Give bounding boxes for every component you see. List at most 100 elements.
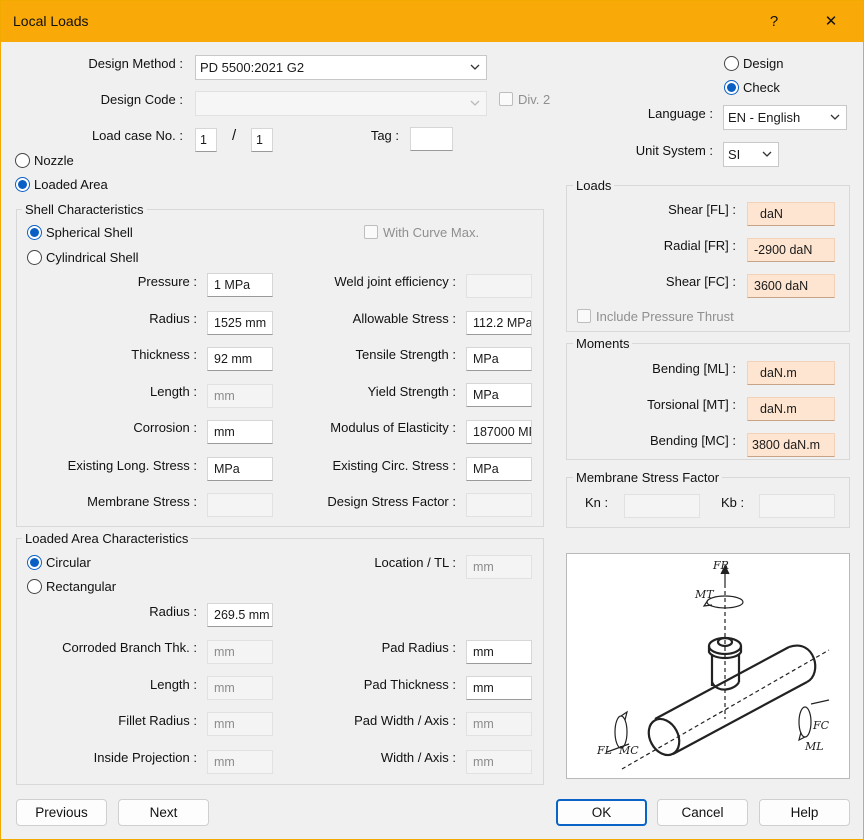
window-title: Local Loads bbox=[13, 13, 89, 29]
design-radio-label: Design bbox=[743, 56, 784, 71]
nozzle-radio[interactable] bbox=[15, 153, 30, 168]
allowable-stress-label: Allowable Stress : bbox=[352, 311, 456, 326]
design-code-label: Design Code : bbox=[100, 92, 183, 107]
area-radius-label: Radius : bbox=[149, 604, 197, 619]
shell-characteristics-title: Shell Characteristics bbox=[22, 202, 147, 217]
inside-projection-field[interactable]: mm bbox=[207, 750, 273, 774]
bending-ml-field[interactable]: daN.m bbox=[747, 361, 835, 385]
include-pressure-thrust-label: Include Pressure Thrust bbox=[596, 309, 734, 324]
yield-strength-field[interactable]: MPa bbox=[466, 383, 532, 407]
tag-field[interactable] bbox=[410, 127, 453, 151]
language-select[interactable]: EN - English bbox=[723, 105, 847, 130]
load-case-label: Load case No. : bbox=[91, 128, 183, 143]
design-method-select[interactable]: PD 5500:2021 G2 bbox=[195, 55, 487, 80]
design-method-label: Design Method : bbox=[88, 56, 183, 71]
allowable-stress-field[interactable]: 112.2 MPa bbox=[466, 311, 532, 335]
fc-label: FC bbox=[812, 719, 830, 732]
previous-button[interactable]: Previous bbox=[16, 799, 107, 826]
next-button[interactable]: Next bbox=[118, 799, 209, 826]
div2-checkbox[interactable] bbox=[499, 92, 513, 106]
fr-label: FR bbox=[712, 559, 729, 572]
tensile-strength-field[interactable]: MPa bbox=[466, 347, 532, 371]
existing-circ-stress-field[interactable]: MPa bbox=[466, 457, 532, 481]
design-radio[interactable] bbox=[724, 56, 739, 71]
membrane-stress-factor-title: Membrane Stress Factor bbox=[573, 470, 723, 485]
thickness-field[interactable]: 92 mm bbox=[207, 347, 273, 371]
cylindrical-shell-label: Cylindrical Shell bbox=[46, 250, 139, 265]
shear-fc-field[interactable]: 3600 daN bbox=[747, 274, 835, 298]
existing-long-stress-label: Existing Long. Stress : bbox=[67, 458, 197, 473]
location-tl-field[interactable]: mm bbox=[466, 555, 532, 579]
nozzle-radio-label: Nozzle bbox=[34, 153, 74, 168]
pad-radius-field[interactable]: mm bbox=[466, 640, 532, 664]
kb-field[interactable] bbox=[759, 494, 835, 518]
loaded-area-characteristics-title: Loaded Area Characteristics bbox=[22, 531, 192, 546]
rectangular-label: Rectangular bbox=[46, 579, 117, 594]
shell-radius-label: Radius : bbox=[149, 311, 197, 326]
pressure-label: Pressure : bbox=[137, 274, 197, 289]
modulus-of-elasticity-field[interactable]: 187000 MPa bbox=[466, 420, 532, 444]
load-case-current-field[interactable]: 1 bbox=[195, 128, 217, 152]
shear-fl-field[interactable]: daN bbox=[747, 202, 835, 226]
bending-ml-label: Bending [ML] : bbox=[652, 361, 736, 376]
fillet-radius-label: Fillet Radius : bbox=[118, 713, 197, 728]
local-loads-dialog: Local Loads ? ✕ Design Method : PD 5500:… bbox=[0, 0, 864, 840]
spherical-shell-label: Spherical Shell bbox=[46, 225, 133, 240]
membrane-stress-field[interactable] bbox=[207, 493, 273, 517]
design-stress-factor-label: Design Stress Factor : bbox=[327, 494, 456, 509]
circular-radio[interactable] bbox=[27, 555, 42, 570]
help-button[interactable]: Help bbox=[759, 799, 850, 826]
width-axis-field[interactable]: mm bbox=[466, 750, 532, 774]
close-icon[interactable]: ✕ bbox=[815, 7, 847, 37]
thickness-label: Thickness : bbox=[131, 347, 197, 362]
load-case-total-field[interactable]: 1 bbox=[251, 128, 273, 152]
weld-joint-efficiency-label: Weld joint efficiency : bbox=[334, 274, 456, 289]
bending-mc-field[interactable]: 3800 daN.m bbox=[747, 433, 835, 457]
unit-system-select[interactable]: SI bbox=[723, 142, 779, 167]
circular-label: Circular bbox=[46, 555, 91, 570]
rectangular-radio[interactable] bbox=[27, 579, 42, 594]
corroded-branch-thk-label: Corroded Branch Thk. : bbox=[62, 640, 197, 655]
ok-button[interactable]: OK bbox=[556, 799, 647, 826]
design-stress-factor-field[interactable] bbox=[466, 493, 532, 517]
cylindrical-shell-radio[interactable] bbox=[27, 250, 42, 265]
modulus-of-elasticity-label: Modulus of Elasticity : bbox=[330, 420, 456, 435]
area-length-field[interactable]: mm bbox=[207, 676, 273, 700]
mt-label: MT bbox=[694, 588, 715, 601]
spherical-shell-radio[interactable] bbox=[27, 225, 42, 240]
area-radius-field[interactable]: 269.5 mm bbox=[207, 603, 273, 627]
chevron-down-icon bbox=[470, 99, 480, 107]
unit-system-label: Unit System : bbox=[635, 143, 713, 158]
radial-fr-field[interactable]: -2900 daN bbox=[747, 238, 835, 262]
corrosion-field[interactable]: mm bbox=[207, 420, 273, 444]
loaded-area-characteristics-group bbox=[16, 538, 544, 785]
pad-thickness-field[interactable]: mm bbox=[466, 676, 532, 700]
help-icon[interactable]: ? bbox=[758, 7, 790, 37]
with-curve-max-checkbox[interactable] bbox=[364, 225, 378, 239]
fillet-radius-field[interactable]: mm bbox=[207, 712, 273, 736]
location-tl-label: Location / TL : bbox=[374, 555, 456, 570]
load-case-separator: / bbox=[232, 127, 237, 144]
cancel-button[interactable]: Cancel bbox=[657, 799, 748, 826]
torsional-mt-field[interactable]: daN.m bbox=[747, 397, 835, 421]
nozzle-load-diagram: FR MT FC ML FL MC bbox=[596, 559, 830, 770]
shell-length-field[interactable]: mm bbox=[207, 384, 273, 408]
with-curve-max-label: With Curve Max. bbox=[383, 225, 480, 240]
kn-label: Kn : bbox=[585, 495, 609, 510]
kn-field[interactable] bbox=[624, 494, 700, 518]
corroded-branch-thk-field[interactable]: mm bbox=[207, 640, 273, 664]
pad-width-axis-label: Pad Width / Axis : bbox=[354, 713, 456, 728]
design-code-select[interactable] bbox=[195, 91, 487, 116]
check-radio[interactable] bbox=[724, 80, 739, 95]
pad-width-axis-field[interactable]: mm bbox=[466, 712, 532, 736]
weld-joint-efficiency-field[interactable] bbox=[466, 274, 532, 298]
loaded-area-radio[interactable] bbox=[15, 177, 30, 192]
existing-long-stress-field[interactable]: MPa bbox=[207, 457, 273, 481]
include-pressure-thrust-checkbox[interactable] bbox=[577, 309, 591, 323]
check-radio-label: Check bbox=[743, 80, 780, 95]
chevron-down-icon bbox=[762, 150, 772, 158]
language-label: Language : bbox=[647, 106, 713, 121]
shell-radius-field[interactable]: 1525 mm bbox=[207, 311, 273, 335]
chevron-down-icon bbox=[470, 63, 480, 71]
pressure-field[interactable]: 1 MPa bbox=[207, 273, 273, 297]
